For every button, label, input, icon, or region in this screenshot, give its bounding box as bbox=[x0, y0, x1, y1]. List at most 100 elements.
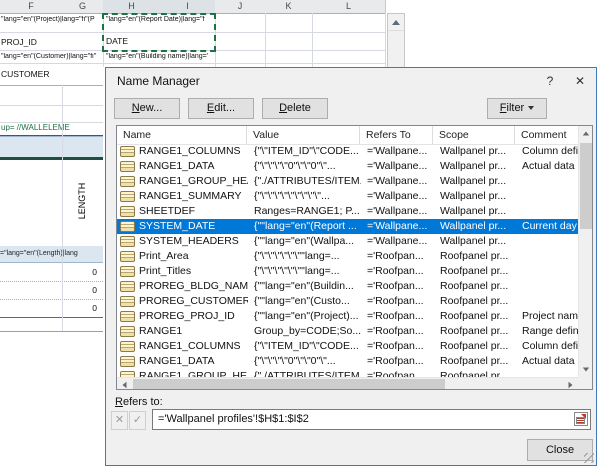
table-row[interactable]: RANGE1_DATA{"\"\"\"\"0"\"\"0"\"...='Roof… bbox=[117, 354, 578, 369]
value-cell: {"\"ITEM_ID"\"CODE... bbox=[248, 144, 361, 159]
table-row[interactable]: PROREG_PROJ_ID{""lang="en"(Project)...='… bbox=[117, 309, 578, 324]
cell-f4[interactable]: CUSTOMER bbox=[1, 69, 50, 79]
column-header-g[interactable]: G bbox=[62, 0, 104, 13]
cell-zero[interactable]: 0 bbox=[0, 263, 103, 282]
scope-cell: Wallpanel pr... bbox=[434, 234, 516, 249]
table-row[interactable]: PROREG_CUSTOMER{""lang="en"(Custo...='Ro… bbox=[117, 294, 578, 309]
column-header-l[interactable]: L bbox=[312, 0, 386, 13]
filter-button[interactable]: Filter bbox=[487, 98, 547, 119]
edit-button[interactable]: Edit... bbox=[188, 98, 254, 119]
filter-button-label: Filter bbox=[500, 99, 524, 118]
column-header-f[interactable]: F bbox=[0, 0, 63, 13]
help-icon[interactable]: ? bbox=[538, 72, 562, 90]
cell-f1[interactable]: "lang="en"(Project)|lang="fi"(P bbox=[1, 16, 102, 23]
column-header-j[interactable]: J bbox=[215, 0, 266, 13]
cancel-edit-button: ✕ bbox=[111, 411, 128, 430]
scroll-down-button[interactable] bbox=[579, 362, 593, 377]
header-scope[interactable]: Scope bbox=[433, 126, 515, 144]
comment-cell: Column defi bbox=[516, 339, 578, 354]
value-cell: {"./ATTRIBUTES/ITEM... bbox=[248, 369, 361, 377]
refers-cell: ='Roofpan... bbox=[361, 369, 434, 377]
gridline bbox=[0, 32, 385, 33]
column-header-k[interactable]: K bbox=[265, 0, 313, 13]
refers-cell: ='Roofpan... bbox=[361, 324, 434, 339]
screen: F G H I J K L "lang="en"(Project)|lang="… bbox=[0, 0, 600, 469]
cell-h2[interactable]: DATE bbox=[106, 36, 128, 46]
scroll-left-button[interactable] bbox=[117, 378, 132, 390]
scroll-right-button[interactable] bbox=[563, 378, 578, 390]
table-row[interactable]: RANGE1_GROUP_HEA...{"./ATTRIBUTES/ITEM..… bbox=[117, 369, 578, 377]
cell-length-vertical[interactable]: LENGTH bbox=[77, 173, 89, 229]
name-cell: SYSTEM_DATE bbox=[139, 219, 248, 234]
table-row[interactable]: Print_Area{"\"\"\"\"\"\""lang=...='Roofp… bbox=[117, 249, 578, 264]
sheet-vertical-scrollbar[interactable] bbox=[387, 13, 405, 69]
scope-cell: Wallpanel pr... bbox=[434, 159, 516, 174]
header-refers-to[interactable]: Refers To bbox=[360, 126, 433, 144]
collapse-dialog-icon[interactable] bbox=[574, 412, 588, 426]
cell-zero[interactable]: 0 bbox=[0, 299, 103, 318]
cell-h1[interactable]: "lang="en"(Report Date)|lang="f bbox=[106, 16, 212, 23]
edit-button-label: Edit... bbox=[207, 99, 235, 118]
refers-to-input[interactable]: ='Wallpanel profiles'!$H$1:$I$2 bbox=[152, 409, 591, 430]
scroll-up-button[interactable] bbox=[579, 126, 593, 141]
scope-cell: Roofpanel pr... bbox=[434, 264, 516, 279]
table-row[interactable]: Print_Titles{"\"\"\"\"\"\""lang=...='Roo… bbox=[117, 264, 578, 279]
column-header-i[interactable]: I bbox=[160, 0, 216, 13]
delete-button[interactable]: Delete bbox=[262, 98, 328, 119]
refers-cell: ='Roofpan... bbox=[361, 309, 434, 324]
value-cell: {"\"\"\"\"0"\"\"0"\"... bbox=[248, 354, 361, 369]
table-row[interactable]: RANGE1Group_by=CODE;So...='Roofpan...Roo… bbox=[117, 324, 578, 339]
delete-button-label: Delete bbox=[279, 99, 311, 118]
cell-h3[interactable]: "lang="en"(Building name)|lang=' bbox=[106, 53, 212, 60]
list-horizontal-scrollbar[interactable] bbox=[117, 377, 578, 390]
table-row[interactable]: RANGE1_COLUMNS{"\"ITEM_ID"\"CODE...='Roo… bbox=[117, 339, 578, 354]
name-cell: PROREG_PROJ_ID bbox=[139, 309, 248, 324]
refers-to-value: ='Wallpanel profiles'!$H$1:$I$2 bbox=[158, 413, 309, 425]
name-cell: RANGE1_COLUMNS bbox=[139, 339, 248, 354]
table-row[interactable]: RANGE1_COLUMNS{"\"ITEM_ID"\"CODE...='Wal… bbox=[117, 144, 578, 159]
empty-row[interactable] bbox=[0, 86, 103, 106]
comment-cell: Column defi bbox=[516, 144, 578, 159]
refers-cell: ='Roofpan... bbox=[361, 339, 434, 354]
refers-cell: ='Wallpane... bbox=[361, 204, 434, 219]
new-button[interactable]: New... bbox=[114, 98, 180, 119]
defined-name-icon bbox=[120, 266, 135, 277]
table-row[interactable]: RANGE1_GROUP_HEA...{"./ATTRIBUTES/ITEM..… bbox=[117, 174, 578, 189]
cell-f3[interactable]: "lang="en"(Customer)|lang="fi" bbox=[1, 53, 102, 60]
refers-cell: ='Wallpane... bbox=[361, 174, 434, 189]
empty-row[interactable] bbox=[0, 105, 103, 123]
column-header-h[interactable]: H bbox=[103, 0, 161, 13]
table-row[interactable]: RANGE1_SUMMARY{"\"\"\"\"\"\"\"\"\"...='W… bbox=[117, 189, 578, 204]
name-cell: PROREG_CUSTOMER bbox=[139, 294, 248, 309]
gridline bbox=[215, 13, 216, 67]
table-row[interactable]: SYSTEM_HEADERS{""lang="en"(Wallpa...='Wa… bbox=[117, 234, 578, 249]
list-vertical-scrollbar[interactable] bbox=[578, 126, 593, 377]
horizontal-scroll-thumb[interactable] bbox=[133, 379, 445, 390]
header-value[interactable]: Value bbox=[247, 126, 360, 144]
header-name[interactable]: Name bbox=[117, 126, 247, 144]
resize-grip[interactable] bbox=[584, 453, 594, 463]
scope-cell: Roofpanel pr... bbox=[434, 354, 516, 369]
table-row[interactable]: PROREG_BLDG_NAME{""lang="en"(Buildin...=… bbox=[117, 279, 578, 294]
table-row[interactable]: SHEETDEFRanges=RANGE1; P...='Wallpane...… bbox=[117, 204, 578, 219]
refers-cell: ='Roofpan... bbox=[361, 249, 434, 264]
cell-group-by[interactable]: up= //WALLELEME bbox=[1, 123, 70, 132]
styled-band[interactable] bbox=[0, 136, 103, 160]
scroll-up-button[interactable] bbox=[388, 14, 404, 31]
refers-cell: ='Roofpan... bbox=[361, 294, 434, 309]
vertical-scroll-thumb[interactable] bbox=[580, 143, 592, 229]
cell-f2[interactable]: PROJ_ID bbox=[1, 37, 37, 47]
scope-cell: Roofpanel pr... bbox=[434, 249, 516, 264]
value-cell: Ranges=RANGE1; P... bbox=[248, 204, 361, 219]
comment-cell: Actual data r bbox=[516, 159, 578, 174]
close-icon[interactable]: ✕ bbox=[568, 72, 592, 90]
value-cell: {""lang="en"(Project)... bbox=[248, 309, 361, 324]
cell-length-formula[interactable]: ="lang="en"(Length)|lang bbox=[0, 246, 103, 263]
cell-zero[interactable]: 0 bbox=[0, 281, 103, 300]
scope-cell: Roofpanel pr... bbox=[434, 339, 516, 354]
table-row[interactable]: SYSTEM_DATE{""lang="en"(Report ...='Wall… bbox=[117, 219, 578, 234]
header-comment[interactable]: Comment bbox=[515, 126, 578, 144]
empty-row[interactable] bbox=[0, 318, 103, 332]
value-cell: {"\"\"\"\"\"\""lang=... bbox=[248, 264, 361, 279]
table-row[interactable]: RANGE1_DATA{"\"\"\"\"0"\"\"0"\"...='Wall… bbox=[117, 159, 578, 174]
